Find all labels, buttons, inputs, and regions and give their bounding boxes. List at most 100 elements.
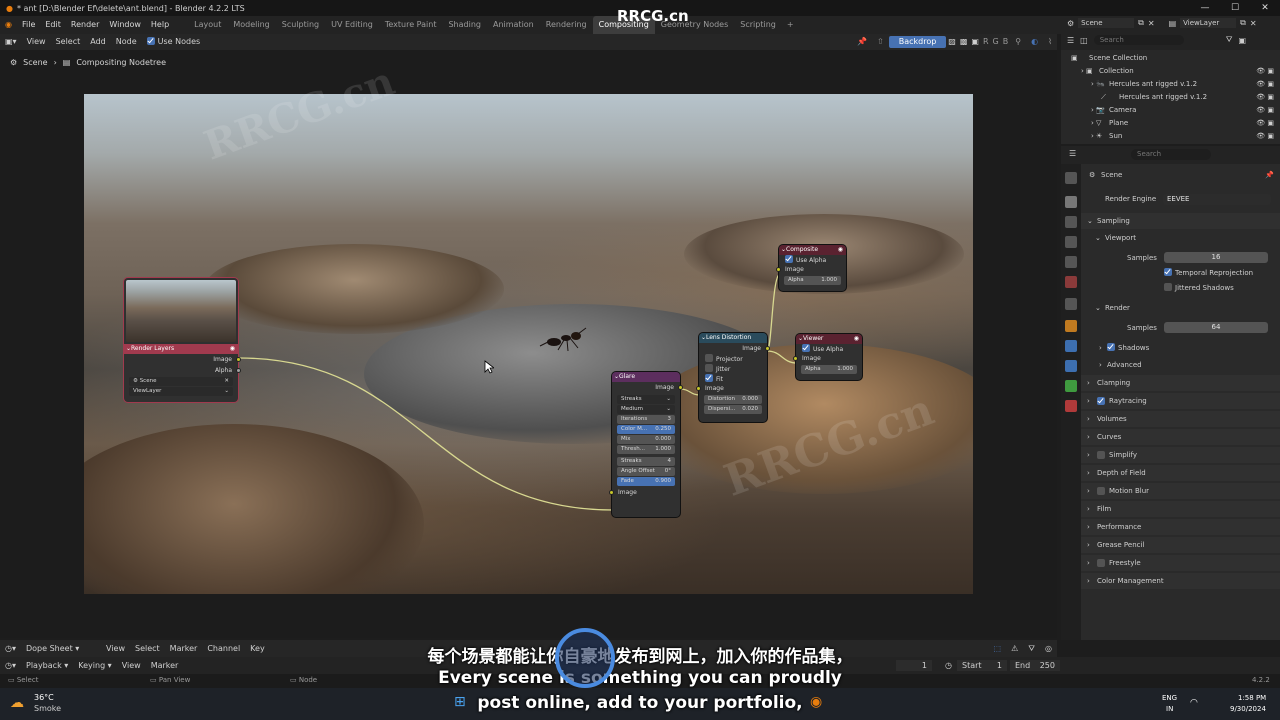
subpanel-viewport[interactable]: ⌄ Viewport bbox=[1081, 230, 1280, 246]
properties-search-input[interactable]: Search bbox=[1131, 149, 1211, 160]
dispersion-field[interactable]: Dispersi... 0.020 bbox=[704, 405, 762, 414]
scene-field[interactable]: ⚙ Scene ✕ bbox=[129, 377, 233, 386]
view-layer-selector[interactable]: ViewLayer bbox=[1180, 18, 1237, 28]
distortion-field[interactable]: Distortion 0.000 bbox=[704, 395, 762, 404]
panel-performance[interactable]: › Performance bbox=[1081, 519, 1280, 535]
texture-tab-icon[interactable] bbox=[1065, 400, 1077, 412]
physics-tab-icon[interactable] bbox=[1065, 360, 1077, 372]
alpha-output-socket[interactable] bbox=[236, 368, 241, 373]
panel-volumes[interactable]: › Volumes bbox=[1081, 411, 1280, 427]
modifier-tab-icon[interactable] bbox=[1065, 340, 1077, 352]
outliner-search-input[interactable]: Search bbox=[1093, 35, 1184, 45]
composite-render-icon[interactable]: ◉ bbox=[838, 245, 843, 255]
panel-motion-blur[interactable]: › Motion Blur bbox=[1081, 483, 1280, 499]
editor-type-icon[interactable]: ☰ bbox=[1067, 36, 1074, 45]
composite-header[interactable]: ⌄ Composite ◉ bbox=[779, 245, 846, 255]
viewer-alpha-field[interactable]: Alpha 1.000 bbox=[801, 365, 857, 374]
panel-film[interactable]: › Film bbox=[1081, 501, 1280, 517]
render-tab-icon[interactable] bbox=[1065, 196, 1077, 208]
glare-field-iterations[interactable]: Iterations 3 bbox=[617, 415, 675, 424]
tool-tab-icon[interactable] bbox=[1065, 172, 1077, 184]
subpanel-shadows[interactable]: › Shadows bbox=[1081, 340, 1280, 356]
fit-checkbox[interactable]: Fit bbox=[699, 374, 767, 384]
output-tab-icon[interactable] bbox=[1065, 216, 1077, 228]
render-engine-select[interactable]: EEVEE bbox=[1163, 194, 1271, 205]
minimize-button[interactable]: — bbox=[1190, 0, 1220, 16]
outliner-item-hercules-ant-armature[interactable]: › 🐜 Hercules ant rigged v.1.2 👁 ▣ bbox=[1061, 78, 1280, 91]
viewport-samples-field[interactable]: 16 bbox=[1164, 252, 1268, 263]
composite-input-socket[interactable] bbox=[776, 267, 781, 272]
glare-field-fade[interactable]: Fade 0.900 bbox=[617, 477, 675, 486]
delete-view-layer-icon[interactable]: ✕ bbox=[1250, 19, 1257, 28]
visibility-toggle-icon[interactable]: 👁 ▣ bbox=[1256, 91, 1274, 104]
display-mode-icon[interactable]: ◫ bbox=[1080, 36, 1088, 45]
collapse-chevron-icon[interactable]: ⌄ bbox=[701, 333, 706, 343]
composite-alpha-field[interactable]: Alpha 1.000 bbox=[784, 276, 841, 285]
projector-checkbox[interactable]: Projector bbox=[699, 354, 767, 364]
panel-enable-checkbox[interactable] bbox=[1097, 487, 1105, 495]
outliner-item-scene-collection[interactable]: ▣ Scene Collection bbox=[1061, 52, 1280, 65]
viewer-input-socket[interactable] bbox=[793, 356, 798, 361]
visibility-toggle-icon[interactable]: 👁 ▣ bbox=[1256, 78, 1274, 91]
visibility-toggle-icon[interactable]: 👁 ▣ bbox=[1256, 104, 1274, 117]
glare-field-angle-offset[interactable]: Angle Offset 0° bbox=[617, 467, 675, 476]
new-collection-icon[interactable]: ▣ bbox=[1238, 36, 1246, 45]
view-layer-tab-icon[interactable] bbox=[1065, 236, 1077, 248]
viewer-node[interactable]: ⌄ Viewer ◉ Use Alpha Image Alpha 1.000 bbox=[793, 334, 862, 380]
jitter-checkbox[interactable]: Jitter bbox=[699, 364, 767, 374]
collapse-chevron-icon[interactable]: ⌄ bbox=[126, 344, 131, 354]
panel-depth-of-field[interactable]: › Depth of Field bbox=[1081, 465, 1280, 481]
render-icon[interactable]: ◉ bbox=[230, 344, 235, 354]
glare-field-thresh[interactable]: Thresh... 1.000 bbox=[617, 445, 675, 454]
clear-scene-icon[interactable]: ✕ bbox=[224, 377, 229, 386]
view-layer-field[interactable]: ViewLayer ⌄ bbox=[129, 387, 233, 396]
panel-clamping[interactable]: › Clamping bbox=[1081, 375, 1280, 391]
panel-color-management[interactable]: › Color Management bbox=[1081, 573, 1280, 589]
image-output-socket[interactable] bbox=[236, 357, 241, 362]
new-view-layer-icon[interactable]: ⧉ bbox=[1240, 18, 1246, 28]
maximize-button[interactable]: ☐ bbox=[1220, 0, 1250, 16]
render-layers-node[interactable]: ⌄ Render Layers ◉ Image Alpha ⚙ Scene ✕ V… bbox=[124, 278, 241, 402]
outliner-item-hercules-ant-mesh[interactable]: ⟋ Hercules ant rigged v.1.2 👁 ▣ bbox=[1061, 91, 1280, 104]
render-samples-field[interactable]: 64 bbox=[1164, 322, 1268, 333]
scene-selector[interactable]: Scene bbox=[1078, 18, 1135, 28]
object-data-tab-icon[interactable] bbox=[1065, 380, 1077, 392]
glare-field-color-m[interactable]: Color M... 0.250 bbox=[617, 425, 675, 434]
composite-use-alpha-checkbox[interactable]: Use Alpha bbox=[779, 255, 846, 265]
glare-field-mix[interactable]: Mix 0.000 bbox=[617, 435, 675, 444]
composite-node[interactable]: ⌄ Composite ◉ Use Alpha Image Alpha 1.000 bbox=[776, 245, 846, 291]
subpanel-render[interactable]: ⌄ Render bbox=[1081, 300, 1280, 316]
panel-enable-checkbox[interactable] bbox=[1097, 397, 1105, 405]
glare-quality-select[interactable]: Medium ⌄ bbox=[617, 405, 675, 414]
glare-output-socket[interactable] bbox=[678, 385, 683, 390]
panel-enable-checkbox[interactable] bbox=[1097, 559, 1105, 567]
visibility-toggle-icon[interactable]: 👁 ▣ bbox=[1256, 117, 1274, 130]
filter-icon[interactable]: ⛛ bbox=[1226, 35, 1233, 45]
panel-sampling[interactable]: ⌄ Sampling bbox=[1081, 213, 1280, 229]
lens-input-socket[interactable] bbox=[696, 386, 701, 391]
collapse-chevron-icon[interactable]: ⌄ bbox=[614, 372, 619, 382]
panel-grease-pencil[interactable]: › Grease Pencil bbox=[1081, 537, 1280, 553]
close-button[interactable]: ✕ bbox=[1250, 0, 1280, 16]
panel-freestyle[interactable]: › Freestyle bbox=[1081, 555, 1280, 571]
glare-type-select[interactable]: Streaks ⌄ bbox=[617, 395, 675, 404]
render-layers-header[interactable]: ⌄ Render Layers ◉ bbox=[124, 344, 238, 354]
glare-field-streaks[interactable]: Streaks 4 bbox=[617, 457, 675, 466]
delete-scene-icon[interactable]: ✕ bbox=[1148, 19, 1155, 28]
viewer-use-alpha-checkbox[interactable]: Use Alpha bbox=[796, 344, 862, 354]
outliner-item-camera[interactable]: › 📷 Camera 👁 ▣ bbox=[1061, 104, 1280, 117]
outliner-item-collection[interactable]: › ▣ Collection 👁 ▣ bbox=[1061, 65, 1280, 78]
collapse-chevron-icon[interactable]: ⌄ bbox=[781, 245, 786, 255]
panel-enable-checkbox[interactable] bbox=[1097, 451, 1105, 459]
visibility-toggle-icon[interactable]: 👁 ▣ bbox=[1256, 65, 1274, 78]
lens-distortion-header[interactable]: ⌄ Lens Distortion bbox=[699, 333, 767, 343]
subpanel-advanced[interactable]: › Advanced bbox=[1081, 357, 1280, 373]
glare-node[interactable]: ⌄ Glare Image Streaks ⌄ Medium ⌄ Iteration… bbox=[609, 372, 683, 517]
glare-input-socket[interactable] bbox=[609, 490, 614, 495]
world-tab-icon[interactable] bbox=[1065, 276, 1077, 288]
properties-editor-icon[interactable]: ☰ bbox=[1069, 149, 1076, 158]
object-tab-icon[interactable] bbox=[1065, 320, 1077, 332]
visibility-toggle-icon[interactable]: 👁 ▣ bbox=[1256, 130, 1274, 143]
panel-curves[interactable]: › Curves bbox=[1081, 429, 1280, 445]
panel-raytracing[interactable]: › Raytracing bbox=[1081, 393, 1280, 409]
